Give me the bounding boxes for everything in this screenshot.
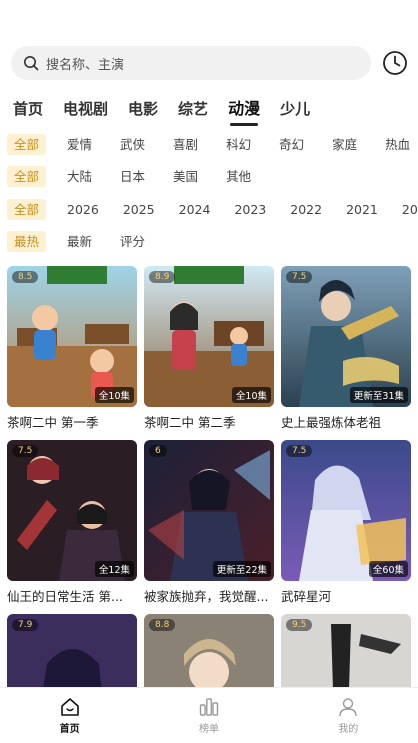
home-icon <box>60 698 79 716</box>
card-title: 史上最强炼体老祖 <box>281 415 382 430</box>
score-badge: 7.5 <box>286 271 313 283</box>
region-chip[interactable]: 全部 <box>7 165 47 187</box>
nav-ranking-label: 榜单 <box>198 724 219 735</box>
nav-ranking[interactable]: 榜单 <box>139 688 278 743</box>
score-badge: 8.8 <box>149 619 176 631</box>
score-badge: 7.9 <box>12 619 39 631</box>
tab-anime[interactable]: 动漫 <box>228 98 260 126</box>
poster-image: 7.5 更新至31集 <box>281 266 411 407</box>
tab-variety[interactable]: 综艺 <box>178 98 208 120</box>
media-card[interactable]: 6 更新至22集 被家族抛弃，我觉醒... <box>144 440 274 605</box>
genre-chip[interactable]: 喜剧 <box>166 134 205 155</box>
sort-chip[interactable]: 最新 <box>60 231 99 252</box>
episode-badge: 更新至22集 <box>212 561 271 577</box>
category-tabs: 首页 电视剧 电影 综艺 动漫 少儿 <box>13 94 330 126</box>
nav-home-label: 首页 <box>59 724 80 735</box>
region-chip[interactable]: 其他 <box>219 166 258 187</box>
media-card[interactable]: 7.5 更新至31集 史上最强炼体老祖 <box>281 266 411 431</box>
poster-image: 6 更新至22集 <box>144 440 274 581</box>
genre-chip[interactable]: 热血 <box>378 134 417 155</box>
search-placeholder: 搜名称、主演 <box>46 57 125 73</box>
nav-profile-label: 我的 <box>338 724 359 735</box>
year-chip[interactable]: 全部 <box>7 198 47 220</box>
region-chip[interactable]: 美国 <box>166 166 205 187</box>
search-row: 搜名称、主演 <box>11 46 409 80</box>
score-badge: 7.5 <box>286 445 313 457</box>
poster-image: 7.5 全60集 <box>281 440 411 581</box>
genre-chip[interactable]: 爱情 <box>60 134 99 155</box>
year-chip[interactable]: 2020 <box>395 199 418 220</box>
genre-chip[interactable]: 全部 <box>7 133 47 155</box>
episode-badge: 全60集 <box>368 561 408 577</box>
card-title: 茶啊二中 第二季 <box>144 415 236 430</box>
genre-chip[interactable]: 科幻 <box>219 134 258 155</box>
sort-chip[interactable]: 评分 <box>113 231 152 252</box>
score-badge: 6 <box>149 445 167 457</box>
score-badge: 7.5 <box>12 445 39 457</box>
sort-filter-row: 最热 最新 评分 <box>7 230 166 252</box>
nav-profile[interactable]: 我的 <box>279 688 418 743</box>
year-chip[interactable]: 2021 <box>339 199 385 220</box>
card-title: 被家族抛弃，我觉醒... <box>144 589 269 604</box>
card-title: 仙王的日常生活 第... <box>7 589 123 604</box>
episode-badge: 全10集 <box>94 387 134 403</box>
tab-kids[interactable]: 少儿 <box>280 98 310 120</box>
year-chip[interactable]: 2022 <box>283 199 329 220</box>
media-card[interactable]: 7.5 全60集 武碎星河 <box>281 440 411 605</box>
genre-chip[interactable]: 武侠 <box>113 134 152 155</box>
year-filter-row: 全部 2026 2025 2024 2023 2022 2021 2020 <box>7 198 418 220</box>
search-input[interactable]: 搜名称、主演 <box>11 46 371 80</box>
year-chip[interactable]: 2024 <box>172 199 218 220</box>
card-title: 茶啊二中 第一季 <box>7 415 99 430</box>
episode-badge: 全12集 <box>94 561 134 577</box>
genre-chip[interactable]: 家庭 <box>325 134 364 155</box>
score-badge: 9.5 <box>286 619 313 631</box>
region-chip[interactable]: 日本 <box>113 166 152 187</box>
episode-badge: 更新至31集 <box>349 387 408 403</box>
clock-icon[interactable] <box>381 49 409 77</box>
tab-home[interactable]: 首页 <box>13 98 43 120</box>
card-title: 武碎星河 <box>281 589 332 604</box>
score-badge: 8.5 <box>12 271 39 283</box>
year-chip[interactable]: 2023 <box>227 199 273 220</box>
bottom-nav: 首页 榜单 我的 <box>0 687 418 743</box>
ranking-icon <box>199 698 219 716</box>
media-card[interactable]: 8.5 全10集 茶啊二中 第一季 <box>7 266 137 431</box>
media-card[interactable]: 7.5 全12集 仙王的日常生活 第... <box>7 440 137 605</box>
tab-tv[interactable]: 电视剧 <box>63 98 108 120</box>
region-chip[interactable]: 大陆 <box>60 166 99 187</box>
media-card[interactable]: 8.9 全10集 茶啊二中 第二季 <box>144 266 274 431</box>
genre-chip[interactable]: 奇幻 <box>272 134 311 155</box>
year-chip[interactable]: 2025 <box>116 199 162 220</box>
score-badge: 8.9 <box>149 271 176 283</box>
tab-movie[interactable]: 电影 <box>128 98 158 120</box>
region-filter-row: 全部 大陆 日本 美国 其他 <box>7 165 272 187</box>
poster-image: 8.5 全10集 <box>7 266 137 407</box>
year-chip[interactable]: 2026 <box>60 199 106 220</box>
poster-image: 7.5 全12集 <box>7 440 137 581</box>
genre-filter-row: 全部 爱情 武侠 喜剧 科幻 奇幻 家庭 热血 <box>7 133 418 155</box>
poster-image: 8.9 全10集 <box>144 266 274 407</box>
nav-home[interactable]: 首页 <box>0 688 139 743</box>
profile-icon <box>339 698 358 717</box>
search-icon <box>24 56 39 71</box>
sort-chip[interactable]: 最热 <box>7 230 47 252</box>
episode-badge: 全10集 <box>231 387 271 403</box>
